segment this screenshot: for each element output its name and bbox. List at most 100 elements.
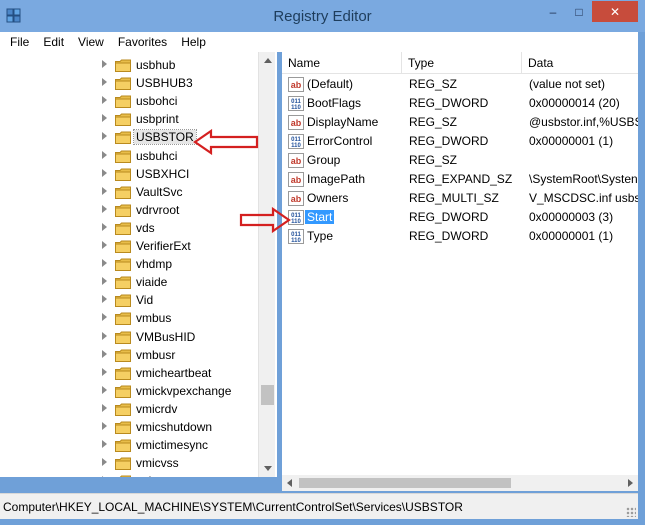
value-row[interactable]: ab Group REG_SZ bbox=[282, 151, 638, 170]
expand-arrow-icon[interactable] bbox=[102, 422, 107, 430]
expand-arrow-icon[interactable] bbox=[102, 241, 107, 249]
tree-item[interactable]: usbhub bbox=[0, 56, 258, 74]
maximize-button[interactable]: □ bbox=[566, 1, 592, 22]
expand-arrow-icon[interactable] bbox=[102, 186, 107, 195]
menu-favorites[interactable]: Favorites bbox=[111, 33, 174, 51]
value-data: 0x00000003 (3) bbox=[529, 210, 614, 224]
expand-arrow-icon[interactable] bbox=[102, 349, 107, 358]
value-data: 0x00000014 (20) bbox=[529, 96, 620, 110]
minimize-button[interactable]: – bbox=[540, 1, 566, 22]
value-row[interactable]: 011 110 ErrorControl REG_DWORD 0x00000001 (1… bbox=[282, 132, 638, 151]
values-scroll-thumb[interactable] bbox=[299, 478, 511, 488]
value-row[interactable]: 011 110 Type REG_DWORD 0x00000001 (1) bbox=[282, 227, 638, 246]
tree-item[interactable]: USBXHCI bbox=[0, 165, 258, 183]
folder-icon bbox=[120, 475, 131, 477]
tree-item[interactable]: vds bbox=[0, 219, 258, 237]
expand-arrow-icon[interactable] bbox=[102, 222, 107, 231]
tree-item[interactable]: vmicshutdown bbox=[0, 418, 258, 436]
svg-text:110: 110 bbox=[291, 105, 301, 111]
tree-item[interactable]: usbohci bbox=[0, 92, 258, 110]
tree-item[interactable]: vmicvss bbox=[0, 454, 258, 472]
scroll-up-button[interactable] bbox=[259, 52, 276, 69]
tree-item-label: usbprint bbox=[136, 112, 179, 127]
menu-edit[interactable]: Edit bbox=[36, 33, 71, 51]
tree-item-label: USBXHCI bbox=[136, 166, 190, 181]
tree-item[interactable]: VMBusHID bbox=[0, 328, 258, 346]
svg-text:ab: ab bbox=[291, 118, 302, 128]
tree-item-label: USBSTOR bbox=[133, 129, 197, 146]
value-data: (value not set) bbox=[529, 77, 606, 91]
value-type: REG_SZ bbox=[409, 115, 458, 129]
tree-item[interactable]: vmbus bbox=[0, 309, 258, 327]
resize-grip-icon[interactable] bbox=[626, 507, 636, 517]
expand-arrow-icon[interactable] bbox=[102, 78, 107, 87]
tree-item[interactable]: vmictimesync bbox=[0, 436, 258, 454]
tree-item[interactable]: VerifierExt bbox=[0, 237, 258, 255]
menu-view[interactable]: View bbox=[71, 33, 111, 51]
value-row[interactable]: ab DisplayName REG_SZ @usbstor.inf,%USBS bbox=[282, 113, 638, 132]
expand-arrow-icon[interactable] bbox=[102, 168, 107, 177]
tree-item[interactable]: USBHUB3 bbox=[0, 74, 258, 92]
svg-text:ab: ab bbox=[291, 80, 302, 90]
string-value-icon: ab bbox=[288, 153, 304, 168]
tree-item[interactable]: vdrvroot bbox=[0, 201, 258, 219]
column-header-type[interactable]: Type bbox=[402, 52, 522, 74]
expand-arrow-icon[interactable] bbox=[102, 367, 107, 376]
expand-arrow-icon[interactable] bbox=[102, 96, 107, 105]
tree-item-label: volmgr bbox=[136, 474, 172, 477]
svg-text:ab: ab bbox=[291, 194, 302, 204]
tree-item[interactable]: vmicrdv bbox=[0, 400, 258, 418]
tree-item[interactable]: vmicheartbeat bbox=[0, 364, 258, 382]
expand-arrow-icon[interactable] bbox=[102, 331, 107, 340]
values-horizontal-scrollbar[interactable] bbox=[282, 475, 638, 491]
tree-item[interactable]: viaide bbox=[0, 273, 258, 291]
value-row[interactable]: ab Owners REG_MULTI_SZ V_MSCDSC.inf usbst bbox=[282, 189, 638, 208]
value-row[interactable]: ab ImagePath REG_EXPAND_SZ \SystemRoot\Syst… bbox=[282, 170, 638, 189]
folder-icon bbox=[115, 95, 131, 109]
tree-scroll-thumb[interactable] bbox=[261, 385, 274, 405]
menu-file[interactable]: File bbox=[3, 33, 36, 51]
tree-item[interactable]: usbprint bbox=[0, 110, 258, 128]
value-row[interactable]: 011 110 BootFlags REG_DWORD 0x00000014 (20) bbox=[282, 94, 638, 113]
column-header-name[interactable]: Name bbox=[282, 52, 402, 74]
folder-icon bbox=[115, 457, 131, 471]
expand-arrow-icon[interactable] bbox=[102, 259, 107, 268]
expand-arrow-icon[interactable] bbox=[102, 277, 107, 286]
expand-arrow-icon[interactable] bbox=[102, 204, 107, 213]
folder-icon bbox=[115, 367, 131, 380]
expand-arrow-icon[interactable] bbox=[102, 458, 107, 467]
status-path: Computer\HKEY_LOCAL_MACHINE\SYSTEM\Curre… bbox=[3, 500, 463, 514]
value-row[interactable]: ab (Default) REG_SZ (value not set) bbox=[282, 75, 638, 94]
scroll-down-button[interactable] bbox=[259, 460, 276, 477]
value-row[interactable]: 011 110 Start REG_DWORD 0x00000003 (3) bbox=[282, 208, 638, 227]
expand-arrow-icon[interactable] bbox=[102, 132, 107, 141]
expand-arrow-icon[interactable] bbox=[102, 440, 107, 449]
menu-help[interactable]: Help bbox=[174, 33, 213, 51]
tree-item-label: vmicshutdown bbox=[136, 420, 213, 434]
expand-arrow-icon[interactable] bbox=[102, 403, 107, 412]
expand-arrow-icon[interactable] bbox=[102, 385, 107, 394]
chevron-right-icon[interactable] bbox=[628, 479, 633, 487]
tree-item[interactable]: VaultSvc bbox=[0, 183, 258, 201]
expand-arrow-icon[interactable] bbox=[102, 476, 107, 477]
tree-item[interactable]: vmickvpexchange bbox=[0, 382, 258, 400]
tree-item[interactable]: vmbusr bbox=[0, 346, 258, 364]
string-value-icon: ab bbox=[288, 115, 304, 130]
column-header-data[interactable]: Data bbox=[522, 52, 638, 74]
tree-item-label: usbuhci bbox=[136, 148, 178, 163]
tree-item[interactable]: vhdmp bbox=[0, 255, 258, 273]
value-name: ImagePath bbox=[307, 172, 366, 186]
chevron-left-icon[interactable] bbox=[287, 479, 292, 487]
expand-arrow-icon[interactable] bbox=[102, 60, 107, 68]
close-button[interactable]: ✕ bbox=[592, 1, 638, 22]
folder-icon bbox=[115, 150, 131, 163]
tree-item-label: Vid bbox=[136, 293, 154, 308]
tree-item[interactable]: Vid bbox=[0, 291, 258, 309]
folder-icon bbox=[115, 421, 131, 434]
expand-arrow-icon[interactable] bbox=[102, 295, 107, 304]
tree-item[interactable]: volmgr bbox=[0, 472, 258, 477]
expand-arrow-icon[interactable] bbox=[102, 114, 107, 123]
expand-arrow-icon[interactable] bbox=[102, 150, 107, 159]
expand-arrow-icon[interactable] bbox=[102, 313, 107, 322]
tree-vertical-scrollbar[interactable] bbox=[258, 52, 275, 477]
